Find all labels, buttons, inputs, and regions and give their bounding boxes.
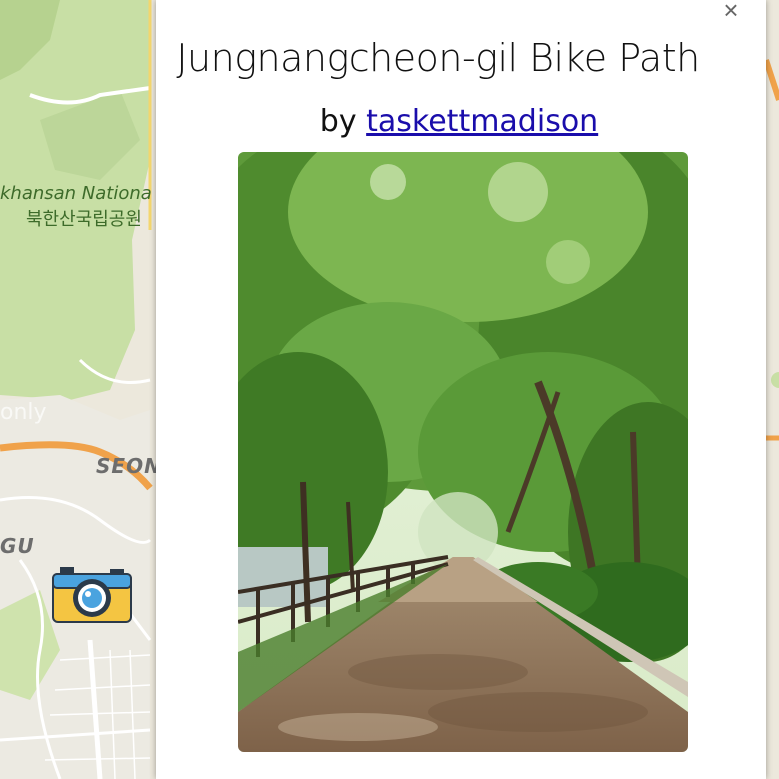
camera-icon[interactable]	[52, 566, 132, 624]
map-label-district-seon: SEON	[96, 454, 162, 478]
close-button[interactable]: ×	[720, 0, 742, 23]
map-label-park-en: khansan Nationa	[0, 183, 152, 204]
author-link[interactable]: taskettmadison	[366, 104, 598, 139]
map-label-park-ko: 북한산국립공원	[26, 209, 142, 230]
map-watermark: only	[0, 400, 47, 425]
map-label-district-gu: GU	[0, 534, 35, 558]
byline-prefix: by	[319, 104, 357, 139]
popup-title: Jungnangcheon-gil Bike Path	[176, 36, 700, 80]
popup-photo	[238, 152, 688, 752]
popup-byline: by taskettmadison	[156, 104, 762, 139]
photo-image	[238, 152, 688, 752]
